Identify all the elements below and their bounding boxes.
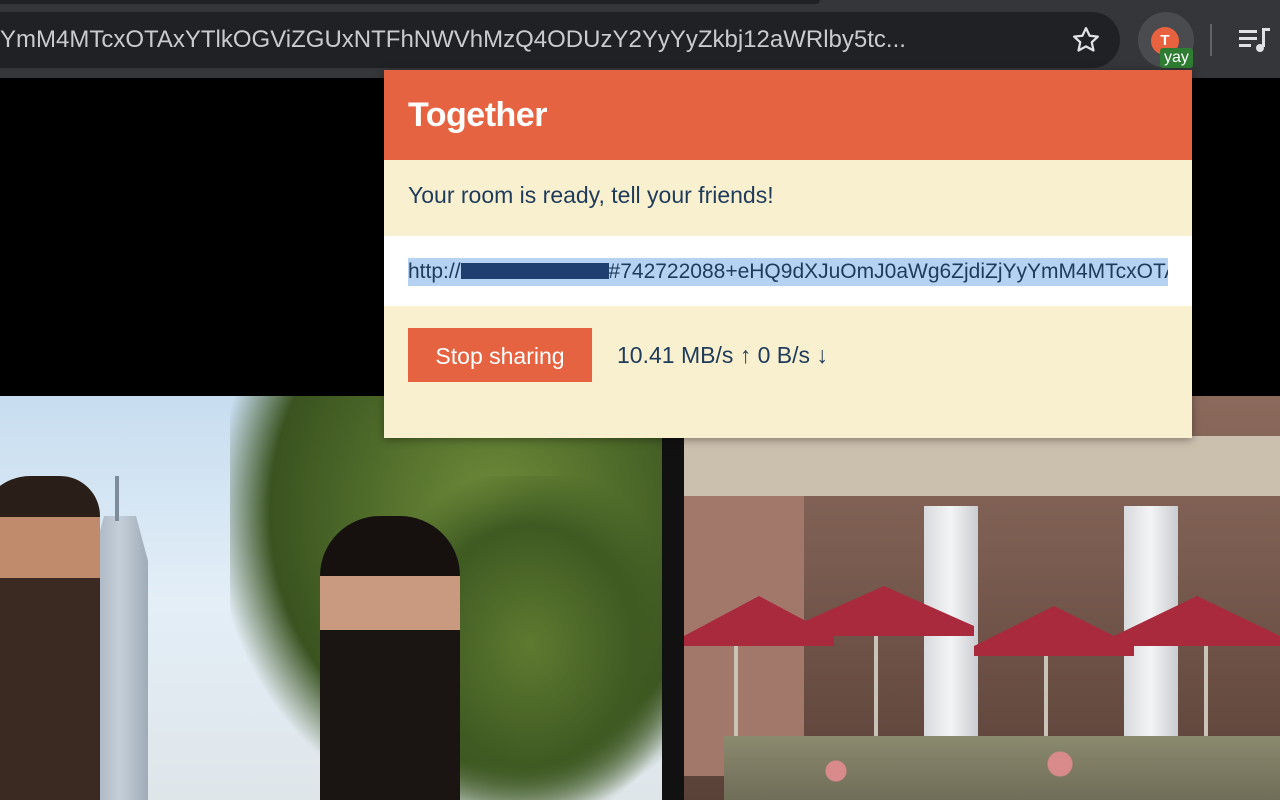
building-roof (684, 436, 1280, 496)
together-popup: Together Your room is ready, tell your f… (384, 70, 1192, 438)
address-bar-url[interactable]: YmM4MTcxOTAxYTlkOGViZGUxNTFhNWVhMzQ4ODUz… (0, 12, 1040, 68)
share-link-suffix: #742722088+eHQ9dXJuOmJ0aWg6ZjdiZjYyYmM4M… (608, 260, 1168, 283)
extension-badge: yay (1160, 48, 1193, 68)
popup-header: Together (384, 70, 1192, 160)
popup-title: Together (408, 96, 547, 134)
address-bar[interactable]: YmM4MTcxOTAxYTlkOGViZGUxNTFhNWVhMzQ4ODUz… (0, 12, 1120, 68)
video-divider (662, 396, 684, 800)
tower-spire (115, 476, 119, 521)
patio-umbrella (974, 606, 1134, 656)
share-link-prefix: http:// (408, 260, 461, 283)
share-link-box[interactable]: http:// #742722088+eHQ9dXJuOmJ0aWg6ZjdiZj… (384, 236, 1192, 306)
media-control-icon[interactable] (1234, 20, 1274, 60)
share-link[interactable]: http:// #742722088+eHQ9dXJuOmJ0aWg6ZjdiZj… (408, 258, 1168, 286)
video-frame-left (0, 396, 662, 800)
person-woman (320, 516, 460, 800)
toolbar-divider (1210, 24, 1212, 56)
together-extension-button[interactable]: T yay (1138, 12, 1194, 68)
video-frame-right (684, 396, 1280, 800)
room-ready-message: Your room is ready, tell your friends! (408, 182, 774, 208)
person-man (0, 476, 100, 800)
share-link-selection[interactable]: http:// #742722088+eHQ9dXJuOmJ0aWg6ZjdiZj… (408, 258, 1168, 286)
redacted-host (460, 263, 609, 279)
transfer-rate: 10.41 MB/s ↑ 0 B/s ↓ (617, 342, 828, 368)
browser-toolbar: YmM4MTcxOTAxYTlkOGViZGUxNTFhNWVhMzQ4ODUz… (0, 0, 1280, 78)
tab-strip (0, 0, 820, 4)
bookmark-star-icon[interactable] (1068, 22, 1104, 58)
flower-bed (724, 736, 1280, 800)
stop-sharing-button[interactable]: Stop sharing (408, 328, 592, 382)
